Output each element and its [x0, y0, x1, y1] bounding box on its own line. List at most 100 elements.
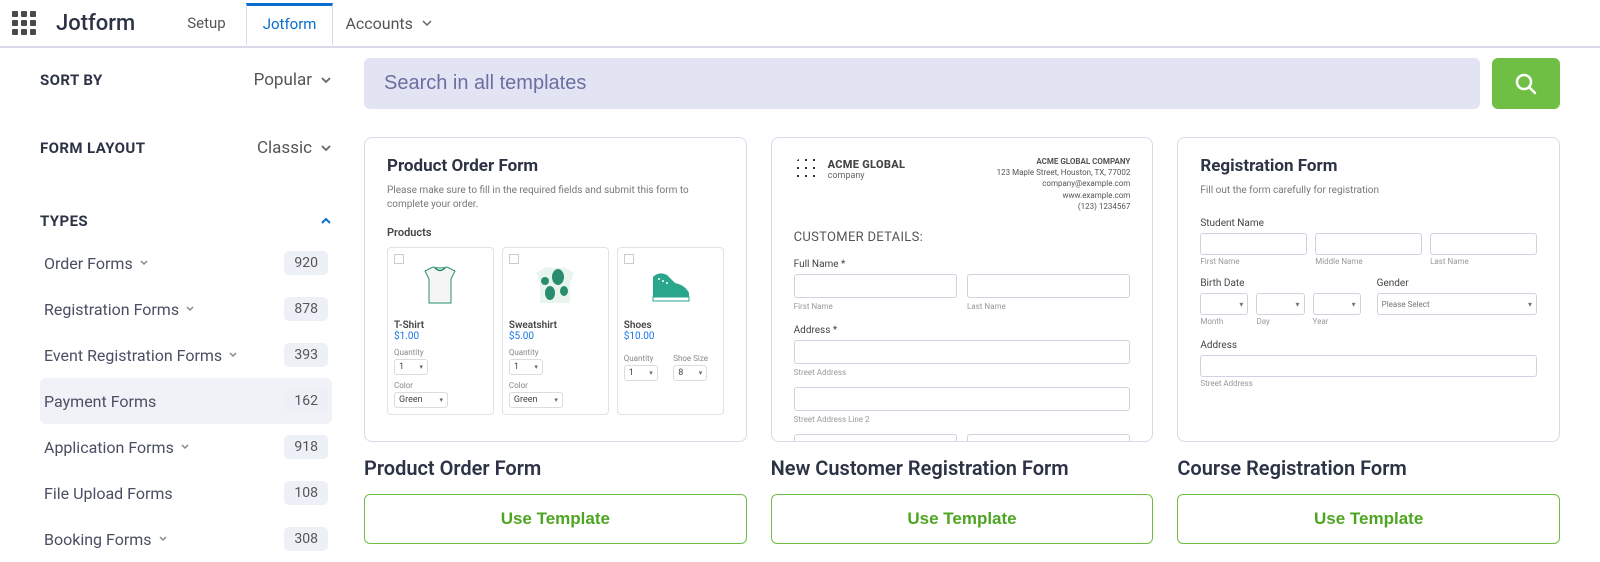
field-label: Address	[1200, 340, 1537, 351]
type-count: 162	[284, 389, 328, 413]
chevron-down-icon	[320, 142, 332, 154]
field-sublabel: Last Name	[967, 302, 1130, 311]
tab-setup[interactable]: Setup	[171, 2, 241, 44]
type-item[interactable]: Application Forms918	[40, 424, 332, 470]
preview-section-label: Products	[387, 226, 724, 239]
field-label: Color	[509, 381, 602, 390]
product-name: T-Shirt	[394, 320, 487, 331]
tab-accounts[interactable]: Accounts	[337, 2, 440, 45]
tab-jotform[interactable]: Jotform	[246, 3, 334, 45]
use-template-button[interactable]: Use Template	[364, 494, 747, 544]
field-label: Quantity	[509, 348, 602, 357]
tab-accounts-label: Accounts	[345, 14, 412, 33]
field-label: Gender	[1377, 278, 1537, 289]
type-count: 918	[284, 435, 328, 459]
input-box	[794, 274, 957, 298]
search-icon	[1514, 72, 1538, 96]
input-box	[794, 387, 1131, 411]
type-item[interactable]: Booking Forms308	[40, 516, 332, 562]
type-label: Booking Forms	[44, 530, 152, 549]
product-image	[394, 258, 487, 314]
type-count: 920	[284, 251, 328, 275]
sort-by-select[interactable]: Popular	[254, 70, 332, 90]
layout-select[interactable]: Classic	[257, 138, 332, 158]
template-cards: Product Order Form Please make sure to f…	[364, 137, 1560, 544]
field-label: Address *	[794, 325, 1131, 336]
chevron-down-icon	[320, 74, 332, 86]
nav-tabs: Setup Jotform Accounts	[171, 2, 441, 45]
preview-heading: Registration Form	[1200, 156, 1537, 176]
template-card: ACME GLOBAL company ACME GLOBAL COMPANY …	[771, 137, 1154, 544]
globe-icon	[794, 156, 820, 182]
product-name: Sweatshirt	[509, 320, 602, 331]
checkbox-icon	[509, 254, 519, 264]
template-preview[interactable]: Product Order Form Please make sure to f…	[364, 137, 747, 442]
field-sublabel: Street Address	[794, 368, 1131, 377]
use-template-button[interactable]: Use Template	[1177, 494, 1560, 544]
type-label: File Upload Forms	[44, 484, 173, 503]
product-image	[509, 258, 602, 314]
type-label: Registration Forms	[44, 300, 179, 319]
input-box	[1200, 355, 1537, 377]
product-price: $10.00	[624, 331, 717, 342]
field-sublabel: First Name	[794, 302, 957, 311]
search-input[interactable]	[364, 58, 1480, 109]
field-label: Full Name *	[794, 259, 1131, 270]
apps-grid-icon[interactable]	[12, 11, 36, 35]
select-box: ▾	[1256, 293, 1304, 315]
template-card: Product Order Form Please make sure to f…	[364, 137, 747, 544]
search-button[interactable]	[1492, 58, 1560, 109]
chevron-down-icon	[180, 442, 190, 452]
layout-row: FORM LAYOUT Classic	[40, 126, 332, 170]
sort-by-row: SORT BY Popular	[40, 58, 332, 102]
preview-heading: Product Order Form	[387, 156, 724, 176]
types-label: TYPES	[40, 212, 88, 230]
type-item[interactable]: File Upload Forms 108	[40, 470, 332, 516]
brand-name: Jotform	[56, 11, 135, 36]
field-sublabel: Month	[1200, 317, 1248, 326]
type-item[interactable]: Order Forms 920	[40, 240, 332, 286]
search-row	[364, 58, 1560, 109]
types-header[interactable]: TYPES	[40, 194, 332, 240]
chevron-down-icon	[158, 534, 168, 544]
select-box: Please Select▾	[1377, 293, 1537, 315]
sort-by-label: SORT BY	[40, 71, 103, 89]
template-card: Registration Form Fill out the form care…	[1177, 137, 1560, 544]
product-name: Shoes	[624, 320, 717, 331]
field-label: Student Name	[1200, 218, 1537, 229]
use-template-button[interactable]: Use Template	[771, 494, 1154, 544]
type-item[interactable]: Payment Forms162	[40, 378, 332, 424]
template-preview[interactable]: Registration Form Fill out the form care…	[1177, 137, 1560, 442]
product-price: $1.00	[394, 331, 487, 342]
type-label: Order Forms	[44, 254, 133, 273]
chevron-up-icon	[320, 215, 332, 227]
color-select: Green▾	[509, 392, 563, 408]
chevron-down-icon	[185, 304, 195, 314]
field-sublabel: Street Address	[1200, 379, 1537, 388]
field-label: Quantity	[624, 354, 667, 363]
type-item[interactable]: Registration Forms878	[40, 286, 332, 332]
select-box: ▾	[1200, 293, 1248, 315]
field-sublabel: Year	[1313, 317, 1361, 326]
product-image	[624, 258, 717, 314]
layout-value: Classic	[257, 138, 312, 158]
select-box: ▾	[1313, 293, 1361, 315]
template-preview[interactable]: ACME GLOBAL company ACME GLOBAL COMPANY …	[771, 137, 1154, 442]
field-label: Color	[394, 381, 487, 390]
main-content: Product Order Form Please make sure to f…	[364, 58, 1560, 562]
type-count: 108	[284, 481, 328, 505]
type-label: Event Registration Forms	[44, 346, 222, 365]
input-box	[1315, 233, 1422, 255]
template-title: New Customer Registration Form	[771, 456, 1154, 480]
company-header: ACME GLOBAL company ACME GLOBAL COMPANY …	[794, 156, 1131, 212]
input-box	[794, 434, 957, 442]
type-item[interactable]: Event Registration Forms 393	[40, 332, 332, 378]
chevron-down-icon	[139, 258, 149, 268]
company-name: ACME GLOBAL	[828, 158, 906, 171]
product-item: Sweatshirt $5.00 Quantity 1▾ Color Green…	[502, 247, 609, 415]
field-label: Birth Date	[1200, 278, 1360, 289]
type-count: 393	[284, 343, 328, 367]
preview-desc: Please make sure to fill in the required…	[387, 184, 724, 212]
product-price: $5.00	[509, 331, 602, 342]
input-box	[967, 274, 1130, 298]
